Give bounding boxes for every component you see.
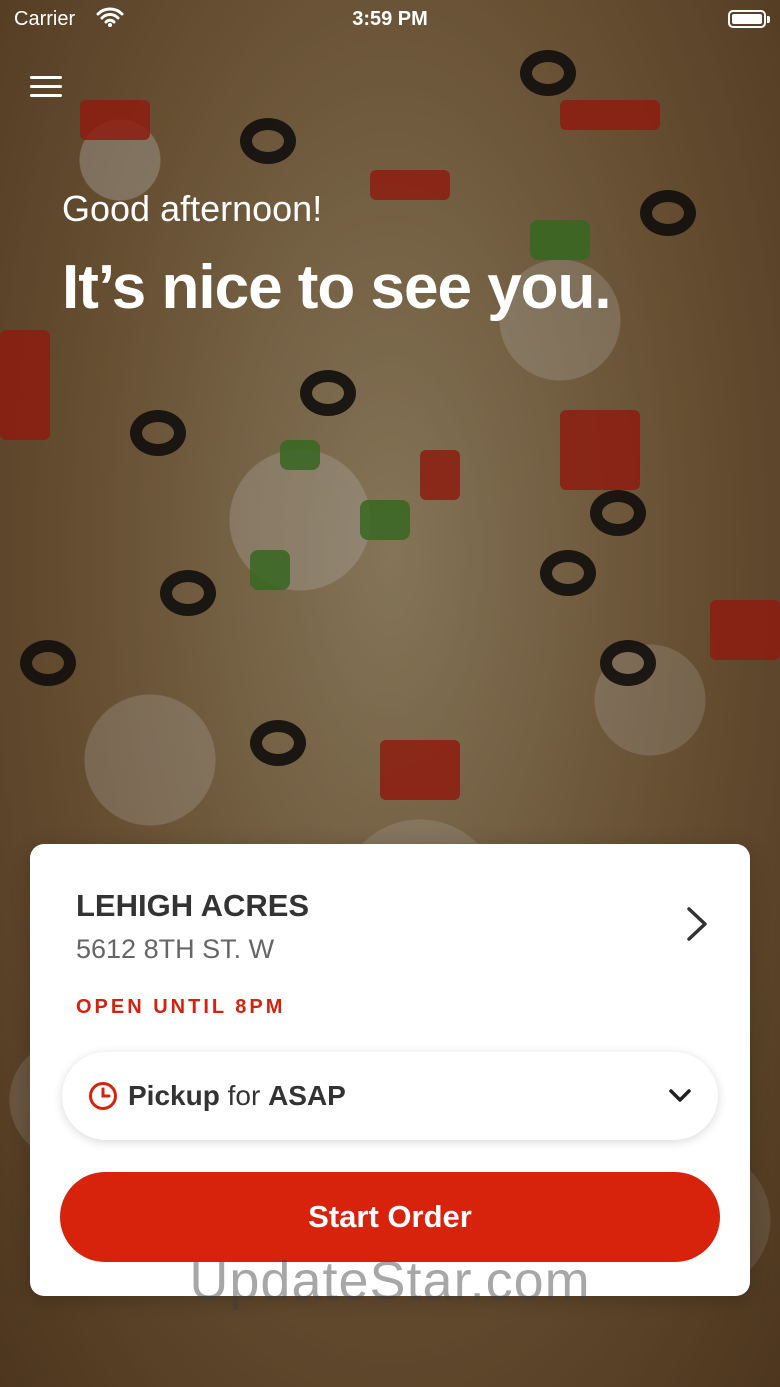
order-mode-selector[interactable]: Pickup for ASAP: [62, 1052, 718, 1140]
start-order-button[interactable]: Start Order: [60, 1172, 720, 1262]
order-mode-label: Pickup for ASAP: [128, 1080, 346, 1112]
order-mode-connector: for: [227, 1080, 261, 1111]
clock-time: 3:59 PM: [352, 8, 428, 30]
order-mode-value: Pickup: [128, 1080, 220, 1111]
location-name: LEHIGH ACRES: [76, 888, 310, 923]
status-bar: Carrier 3:59 PM: [0, 0, 780, 40]
welcome-headline: It’s nice to see you.: [62, 253, 612, 322]
store-hours: OPEN UNTIL 8PM: [76, 996, 286, 1018]
order-time-value: ASAP: [268, 1080, 346, 1111]
battery-icon: [728, 10, 770, 28]
menu-icon[interactable]: [30, 72, 62, 104]
order-card: LEHIGH ACRES 5612 8TH ST. W OPEN UNTIL 8…: [30, 844, 750, 1296]
location-address: 5612 8TH ST. W: [76, 934, 275, 964]
chevron-down-icon: [668, 1086, 692, 1106]
chevron-right-icon[interactable]: [684, 906, 710, 942]
greeting-text: Good afternoon!: [62, 188, 323, 229]
watermark-text: UpdateStar.com: [189, 1251, 591, 1311]
clock-icon: [88, 1081, 118, 1111]
